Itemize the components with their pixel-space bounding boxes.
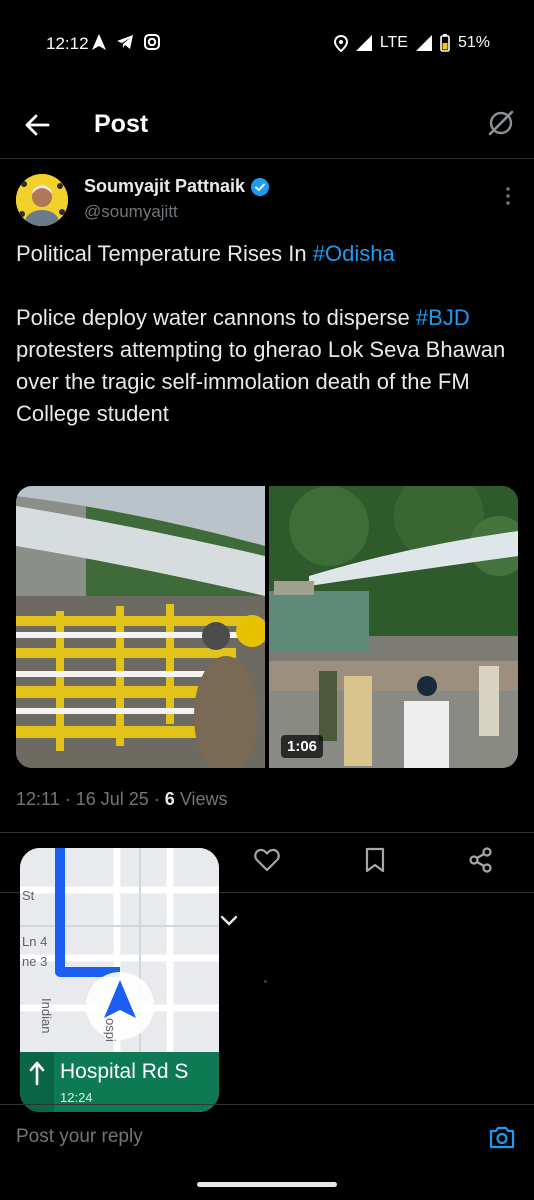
signal-icon (355, 35, 372, 51)
top-bar: Post (0, 90, 534, 159)
telegram-icon (117, 35, 133, 49)
loading-dot (264, 980, 267, 983)
back-arrow-icon[interactable] (22, 110, 52, 140)
map-label: St (22, 888, 35, 903)
status-system-icons: LTE 51% (333, 34, 490, 52)
turn-direction (20, 1052, 54, 1112)
bookmark-icon[interactable] (361, 846, 389, 874)
post-text-spacer (16, 270, 516, 302)
avatar-image (16, 174, 68, 226)
network-type: LTE (379, 34, 408, 51)
post-time: 12:11 (16, 789, 60, 809)
navigation-arrow-icon (92, 34, 106, 50)
post-date: 16 Jul 25 (75, 789, 149, 809)
grok-icon[interactable] (486, 108, 516, 138)
home-indicator[interactable] (197, 1182, 337, 1187)
views-count: 6 (164, 789, 175, 809)
map-label: ne 3 (22, 954, 48, 969)
avatar[interactable] (16, 174, 68, 226)
divider (0, 832, 534, 833)
navigation-eta: 12:24 (60, 1090, 93, 1105)
chevron-down-icon[interactable] (220, 914, 238, 928)
signal-icon-2 (415, 35, 432, 51)
like-icon[interactable] (253, 846, 281, 874)
media-video[interactable]: 1:06 (269, 486, 518, 768)
instagram-icon (144, 34, 160, 50)
post-text-segment: Political Temperature Rises In (16, 241, 313, 266)
verified-badge-icon (251, 177, 270, 196)
navigation-street-name: Hospital Rd S (60, 1060, 189, 1083)
post-text-segment: Police deploy water cannons to disperse (16, 305, 416, 330)
author-name[interactable]: Soumyajit Pattnaik (84, 176, 245, 197)
status-bar: 12:12 LTE 51% (0, 0, 534, 90)
share-icon[interactable] (467, 846, 495, 874)
post-text: Political Temperature Rises In #Odisha P… (16, 238, 516, 430)
map-label: Indian (39, 998, 54, 1034)
location-icon (333, 34, 348, 52)
battery-icon (440, 34, 450, 52)
more-options-icon[interactable] (504, 186, 512, 206)
battery-percent: 51% (457, 34, 490, 51)
video-duration: 1:06 (281, 735, 324, 758)
status-notification-icons (92, 34, 160, 50)
straight-arrow-icon (29, 1061, 45, 1086)
post-text-segment: protesters attempting to gherao Lok Seva… (16, 337, 506, 426)
post-text-body: Police deploy water cannons to disperse … (16, 302, 516, 430)
post-meta: 12:11 · 16 Jul 25 · 6 Views (16, 789, 228, 809)
reply-input[interactable]: Post your reply (16, 1126, 143, 1148)
media-image-1[interactable] (16, 486, 268, 768)
status-time: 12:12 (46, 34, 89, 53)
hashtag-odisha[interactable]: #Odisha (313, 241, 395, 266)
author-handle[interactable]: @soumyajitt (84, 202, 178, 222)
divider (0, 1104, 534, 1105)
post-text-headline: Political Temperature Rises In #Odisha (16, 238, 516, 270)
map-label: Ln 4 (22, 934, 48, 949)
views-label: Views (179, 789, 228, 809)
post-media: 1:06 (16, 486, 518, 768)
page-title: Post (94, 110, 149, 138)
hashtag-bjd[interactable]: #BJD (416, 305, 470, 330)
author-name-row[interactable]: Soumyajit Pattnaik (84, 176, 270, 197)
camera-icon[interactable] (488, 1124, 516, 1150)
navigation-pip-window[interactable]: St Ln 4 ne 3 Indian ospi Hospital Rd S 1… (20, 848, 219, 1112)
navigation-banner[interactable]: Hospital Rd S 12:24 (20, 1052, 219, 1112)
navigation-map[interactable]: St Ln 4 ne 3 Indian ospi (20, 848, 219, 1052)
map-label: ospi (103, 1018, 118, 1042)
